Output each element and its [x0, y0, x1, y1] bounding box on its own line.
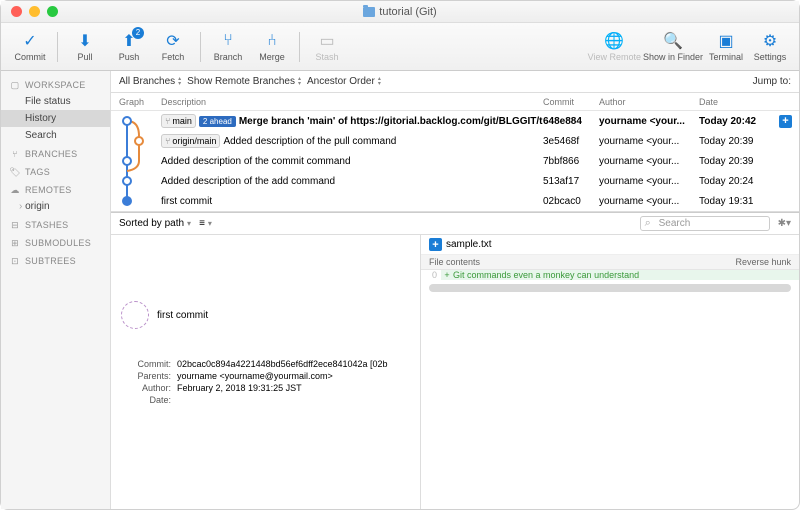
commit-author: February 2, 2018 19:31:25 JST: [177, 383, 410, 393]
stash-icon: ▭: [317, 31, 337, 51]
stepper-icon: ▴▾: [178, 77, 181, 87]
col-author[interactable]: Author: [599, 97, 699, 107]
diff-line[interactable]: 0+Git commands even a monkey can underst…: [421, 270, 799, 280]
stash-button[interactable]: ▭Stash: [306, 25, 348, 69]
fetch-button[interactable]: ⟳Fetch: [152, 25, 194, 69]
ref-origin-main[interactable]: ⑂origin/main: [161, 134, 220, 148]
push-badge: 2: [132, 27, 144, 39]
cloud-icon: ☁: [9, 184, 21, 196]
show-in-finder-button[interactable]: 🔍Show in Finder: [643, 25, 703, 69]
commit-list: Graph Description Commit Author Date: [111, 93, 799, 212]
commit-row[interactable]: first commit 02bcac0 yourname <your... T…: [111, 191, 799, 211]
options-button[interactable]: ✱▾: [778, 218, 791, 229]
detail-pane: Sorted by path▾ ≡▾ Search ✱▾ first commi…: [111, 212, 799, 509]
chevron-right-icon: ›: [19, 201, 22, 212]
fetch-icon: ⟳: [163, 31, 183, 51]
col-commit[interactable]: Commit: [543, 97, 599, 107]
sidebar-item-history[interactable]: History: [1, 110, 110, 127]
commit-row[interactable]: Added description of the commit command …: [111, 151, 799, 171]
order-filter[interactable]: Ancestor Order▴▾: [307, 76, 381, 87]
sort-selector[interactable]: Sorted by path▾: [119, 218, 191, 229]
sidebar-section-stashes[interactable]: ⊟STASHES: [1, 215, 110, 233]
chevron-down-icon: ▾: [208, 219, 212, 228]
window-title: tutorial (Git): [379, 6, 436, 18]
workspace-icon: ▢: [9, 79, 21, 91]
commit-date: [177, 395, 410, 405]
branch-icon: ⑂: [9, 148, 21, 160]
commit-hash: 02bcac0c894a4221448bd56ef6dff2ece841042a…: [177, 359, 410, 369]
finder-icon: 🔍: [663, 31, 683, 51]
terminal-button[interactable]: ▣Terminal: [705, 25, 747, 69]
commit-header: Graph Description Commit Author Date: [111, 93, 799, 111]
file-diff: +sample.txt File contents Reverse hunk 0+…: [421, 235, 799, 509]
pull-button[interactable]: ⬇Pull: [64, 25, 106, 69]
sidebar-section-remotes[interactable]: ☁REMOTES: [1, 180, 110, 198]
commit-button[interactable]: ✓Commit: [9, 25, 51, 69]
settings-button[interactable]: ⚙Settings: [749, 25, 791, 69]
commit-detail: first commit Commit:02bcac0c894a4221448b…: [111, 235, 421, 509]
branches-filter[interactable]: All Branches▴▾: [119, 76, 181, 87]
sidebar: ▢WORKSPACE File status History Search ⑂B…: [1, 71, 111, 509]
commit-row[interactable]: ⑂main2 aheadMerge branch 'main' of https…: [111, 111, 799, 131]
list-mode[interactable]: ≡▾: [199, 218, 212, 229]
pull-icon: ⬇: [75, 31, 95, 51]
col-description[interactable]: Description: [161, 97, 543, 107]
sidebar-section-subtrees[interactable]: ⊡SUBTREES: [1, 251, 110, 269]
plus-marker: +: [441, 270, 453, 280]
globe-icon: 🌐: [604, 31, 624, 51]
filter-bar: All Branches▴▾ Show Remote Branches▴▾ An…: [111, 71, 799, 93]
view-remote-button[interactable]: 🌐View Remote: [588, 25, 641, 69]
sidebar-item-origin[interactable]: › origin: [1, 198, 110, 215]
branch-icon: ⑂: [165, 136, 170, 146]
stepper-icon: ▴▾: [298, 77, 301, 87]
list-icon: ≡: [199, 218, 205, 229]
titlebar: tutorial (Git): [1, 1, 799, 23]
reverse-hunk-button[interactable]: Reverse hunk: [735, 257, 791, 267]
subtree-icon: ⊡: [9, 255, 21, 267]
sidebar-section-branches[interactable]: ⑂BRANCHES: [1, 144, 110, 162]
separator: [57, 32, 58, 62]
sidebar-item-file-status[interactable]: File status: [1, 93, 110, 110]
folder-icon: [363, 7, 375, 17]
add-icon[interactable]: +: [779, 115, 792, 128]
commit-subject: first commit: [157, 310, 208, 321]
col-date[interactable]: Date: [699, 97, 779, 107]
commit-row[interactable]: Added description of the add command 513…: [111, 171, 799, 191]
sidebar-section-workspace[interactable]: ▢WORKSPACE: [1, 75, 110, 93]
jump-to-label[interactable]: Jump to:: [753, 76, 791, 87]
branch-icon: ⑂: [218, 31, 238, 51]
separator: [299, 32, 300, 62]
branch-button[interactable]: ⑂Branch: [207, 25, 249, 69]
merge-button[interactable]: ⑃Merge: [251, 25, 293, 69]
sidebar-item-search[interactable]: Search: [1, 127, 110, 144]
sidebar-section-submodules[interactable]: ⊞SUBMODULES: [1, 233, 110, 251]
gear-icon: ⚙: [760, 31, 780, 51]
toolbar: ✓Commit ⬇Pull ⬆2Push ⟳Fetch ⑂Branch ⑃Mer…: [1, 23, 799, 71]
merge-icon: ⑃: [262, 31, 282, 51]
file-section: File contents: [429, 257, 480, 267]
commit-row[interactable]: ⑂origin/mainAdded description of the pul…: [111, 131, 799, 151]
added-file-icon: +: [429, 238, 442, 251]
stepper-icon: ▴▾: [378, 77, 381, 87]
commit-icon: ✓: [20, 31, 40, 51]
sidebar-section-tags[interactable]: 🏷TAGS: [1, 162, 110, 180]
col-graph[interactable]: Graph: [111, 97, 161, 107]
terminal-icon: ▣: [716, 31, 736, 51]
remote-branches-filter[interactable]: Show Remote Branches▴▾: [187, 76, 301, 87]
submodule-icon: ⊞: [9, 237, 21, 249]
detail-toolbar: Sorted by path▾ ≡▾ Search ✱▾: [111, 213, 799, 235]
chevron-down-icon: ▾: [187, 219, 191, 228]
ahead-badge: 2 ahead: [199, 116, 236, 127]
file-header[interactable]: +sample.txt: [421, 235, 799, 255]
stash-icon: ⊟: [9, 219, 21, 231]
push-button[interactable]: ⬆2Push: [108, 25, 150, 69]
avatar: [121, 301, 149, 329]
commit-parents: yourname <yourname@yourmail.com>: [177, 371, 410, 381]
ref-main[interactable]: ⑂main: [161, 114, 196, 128]
search-input[interactable]: Search: [640, 216, 770, 231]
separator: [200, 32, 201, 62]
tag-icon: 🏷: [9, 166, 21, 178]
scrollbar[interactable]: [429, 284, 791, 292]
branch-icon: ⑂: [165, 116, 170, 126]
